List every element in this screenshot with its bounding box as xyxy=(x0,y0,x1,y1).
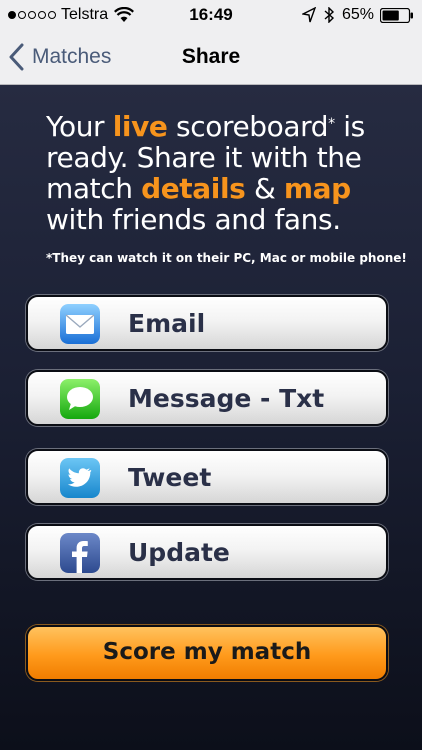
facebook-update-button[interactable]: Update xyxy=(26,524,388,580)
headline-part2: scoreboard xyxy=(167,110,329,143)
headline: Your live scoreboard* is ready. Share it… xyxy=(46,111,396,235)
mail-icon xyxy=(60,304,100,344)
update-label: Update xyxy=(128,538,230,567)
share-panel: Your live scoreboard* is ready. Share it… xyxy=(0,85,422,750)
headline-part1: Your xyxy=(46,110,113,143)
tweet-label: Tweet xyxy=(128,463,212,492)
page-title: Share xyxy=(181,45,241,68)
email-label: Email xyxy=(128,309,206,338)
headline-live: live xyxy=(112,110,168,143)
headline-map: map xyxy=(283,172,351,205)
battery-percentage: 65% xyxy=(341,6,374,23)
headline-part4: with friends and fans. xyxy=(46,203,341,236)
footnote: *They can watch it on their PC, Mac or m… xyxy=(46,251,407,265)
bluetooth-icon xyxy=(324,7,334,23)
status-bar: Telstra 16:49 65% xyxy=(0,0,422,30)
facebook-icon xyxy=(60,533,100,573)
message-button[interactable]: Message - Txt xyxy=(26,370,388,426)
navigation-bar: Matches Share xyxy=(0,30,422,85)
twitter-icon xyxy=(60,458,100,498)
headline-details: details xyxy=(141,172,246,205)
email-button[interactable]: Email xyxy=(26,295,388,351)
location-arrow-icon xyxy=(301,7,316,23)
headline-amp: & xyxy=(245,172,284,205)
score-my-match-button[interactable]: Score my match xyxy=(26,625,388,681)
message-icon xyxy=(60,379,100,419)
message-label: Message - Txt xyxy=(128,384,325,413)
battery-icon xyxy=(380,7,413,23)
headline-asterisk: * xyxy=(328,116,335,132)
score-my-match-label: Score my match xyxy=(102,639,312,665)
status-right: 65% xyxy=(301,6,414,24)
tweet-button[interactable]: Tweet xyxy=(26,449,388,505)
